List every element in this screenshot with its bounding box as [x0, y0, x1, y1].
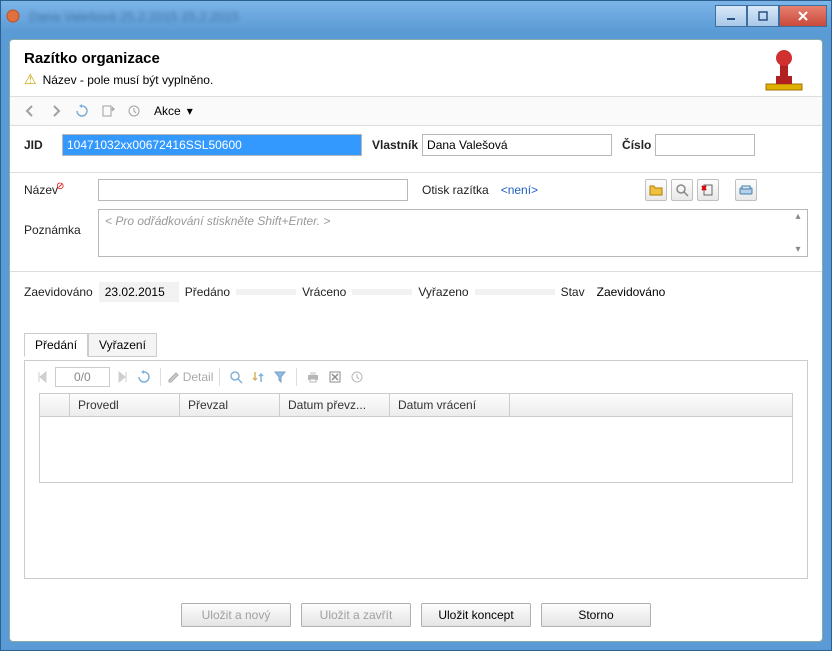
- cislo-input[interactable]: [655, 134, 755, 156]
- nazev-input[interactable]: [98, 179, 408, 201]
- poznamka-label: Poznámka: [24, 209, 94, 237]
- jid-input[interactable]: [62, 134, 362, 156]
- cislo-label: Číslo: [622, 138, 651, 152]
- otisk-label: Otisk razítka: [422, 183, 489, 197]
- scroll-up-icon[interactable]: ▴: [790, 211, 806, 222]
- poznamka-textarea[interactable]: < Pro odřádkování stiskněte Shift+Enter.…: [98, 209, 808, 257]
- chevron-down-icon: ▾: [187, 104, 193, 118]
- tab-vyrazeni[interactable]: Vyřazení: [88, 333, 157, 357]
- status-row: Zaevidováno 23.02.2015 Předáno Vráceno V…: [10, 272, 822, 312]
- vlastnik-label: Vlastník: [372, 138, 418, 152]
- header-area: Razítko organizace ⚠ Název - pole musí b…: [10, 40, 822, 96]
- textarea-scrollbar[interactable]: ▴▾: [790, 211, 806, 255]
- content-pane: Razítko organizace ⚠ Název - pole musí b…: [9, 39, 823, 642]
- otisk-value[interactable]: <není>: [501, 183, 641, 197]
- scroll-down-icon[interactable]: ▾: [790, 244, 806, 255]
- col-provedl[interactable]: Provedl: [70, 394, 180, 416]
- app-icon: [5, 8, 21, 24]
- cancel-button[interactable]: Storno: [541, 603, 651, 627]
- save-draft-button[interactable]: Uložit koncept: [421, 603, 531, 627]
- nav-last-icon[interactable]: [112, 367, 132, 387]
- predano-label: Předáno: [185, 285, 230, 299]
- warning-icon: ⚠: [24, 71, 37, 88]
- scanner-icon[interactable]: [735, 179, 757, 201]
- grid-toolbar: 0/0 Detail: [25, 361, 807, 393]
- grid-table: Provedl Převzal Datum převz... Datum vrá…: [39, 393, 793, 483]
- tab-panel: 0/0 Detail Provedl: [24, 360, 808, 579]
- nav-prev-icon[interactable]: [20, 101, 40, 121]
- vyrazeno-label: Vyřazeno: [418, 285, 468, 299]
- export-icon[interactable]: [98, 101, 118, 121]
- vyrazeno-value: [475, 289, 555, 295]
- filter-icon[interactable]: [270, 367, 290, 387]
- form-mid: Název⊘ Otisk razítka <není> Poznámka < P…: [10, 173, 822, 271]
- col-datum-prevz[interactable]: Datum převz...: [280, 394, 390, 416]
- pencil-icon: [167, 370, 181, 384]
- tabs-header: Předání Vyřazení: [24, 332, 808, 356]
- required-icon: ⊘: [56, 181, 64, 192]
- sort-icon[interactable]: [248, 367, 268, 387]
- validation-warning: ⚠ Název - pole musí být vyplněno.: [24, 71, 808, 88]
- grid-search-icon[interactable]: [226, 367, 246, 387]
- vraceno-value: [352, 289, 412, 295]
- folder-open-icon[interactable]: [645, 179, 667, 201]
- zaevidovano-label: Zaevidováno: [24, 285, 93, 299]
- clock-icon[interactable]: [347, 367, 367, 387]
- page-title: Razítko organizace: [24, 50, 808, 67]
- col-datum-vraceni[interactable]: Datum vrácení: [390, 394, 510, 416]
- app-window: Dana Valešová 25.2.2015 25.2.2015 Razítk…: [0, 0, 832, 651]
- form-top: JID Vlastník Číslo: [10, 126, 822, 173]
- warning-text: Název - pole musí být vyplněno.: [43, 73, 214, 87]
- tab-predani[interactable]: Předání: [24, 333, 88, 357]
- detail-label: Detail: [183, 370, 214, 384]
- search-icon[interactable]: [671, 179, 693, 201]
- nav-next-icon[interactable]: [46, 101, 66, 121]
- nav-toolbar: Akce ▾: [10, 96, 822, 126]
- print-icon[interactable]: [303, 367, 323, 387]
- zaevidovano-value: 23.02.2015: [99, 282, 179, 302]
- titlebar-text: Dana Valešová 25.2.2015 25.2.2015: [29, 9, 715, 24]
- pager-display: 0/0: [55, 367, 110, 387]
- stav-label: Stav: [561, 285, 585, 299]
- minimize-button[interactable]: [715, 5, 747, 27]
- nav-first-icon[interactable]: [33, 367, 53, 387]
- stamp-icon: [760, 46, 808, 94]
- maximize-button[interactable]: [747, 5, 779, 27]
- nazev-label: Název⊘: [24, 183, 94, 197]
- excel-export-icon[interactable]: [325, 367, 345, 387]
- actions-menu[interactable]: Akce ▾: [150, 104, 197, 118]
- row-selector-col[interactable]: [40, 394, 70, 416]
- history-icon[interactable]: [124, 101, 144, 121]
- detail-button[interactable]: Detail: [167, 370, 214, 384]
- stav-value: Zaevidováno: [591, 282, 681, 302]
- footer-buttons: Uložit a nový Uložit a zavřít Uložit kon…: [10, 589, 822, 641]
- window-buttons: [715, 5, 827, 27]
- grid-refresh-icon[interactable]: [134, 367, 154, 387]
- titlebar: Dana Valešová 25.2.2015 25.2.2015: [1, 1, 831, 31]
- table-header: Provedl Převzal Datum převz... Datum vrá…: [40, 394, 792, 417]
- actions-label: Akce: [154, 104, 181, 118]
- save-close-button[interactable]: Uložit a zavřít: [301, 603, 411, 627]
- delete-attachment-icon[interactable]: [697, 179, 719, 201]
- save-new-button[interactable]: Uložit a nový: [181, 603, 291, 627]
- predano-value: [236, 289, 296, 295]
- jid-label: JID: [24, 138, 58, 152]
- vraceno-label: Vráceno: [302, 285, 346, 299]
- refresh-icon[interactable]: [72, 101, 92, 121]
- close-button[interactable]: [779, 5, 827, 27]
- poznamka-placeholder: < Pro odřádkování stiskněte Shift+Enter.…: [99, 210, 807, 232]
- col-prevzal[interactable]: Převzal: [180, 394, 280, 416]
- vlastnik-input[interactable]: [422, 134, 612, 156]
